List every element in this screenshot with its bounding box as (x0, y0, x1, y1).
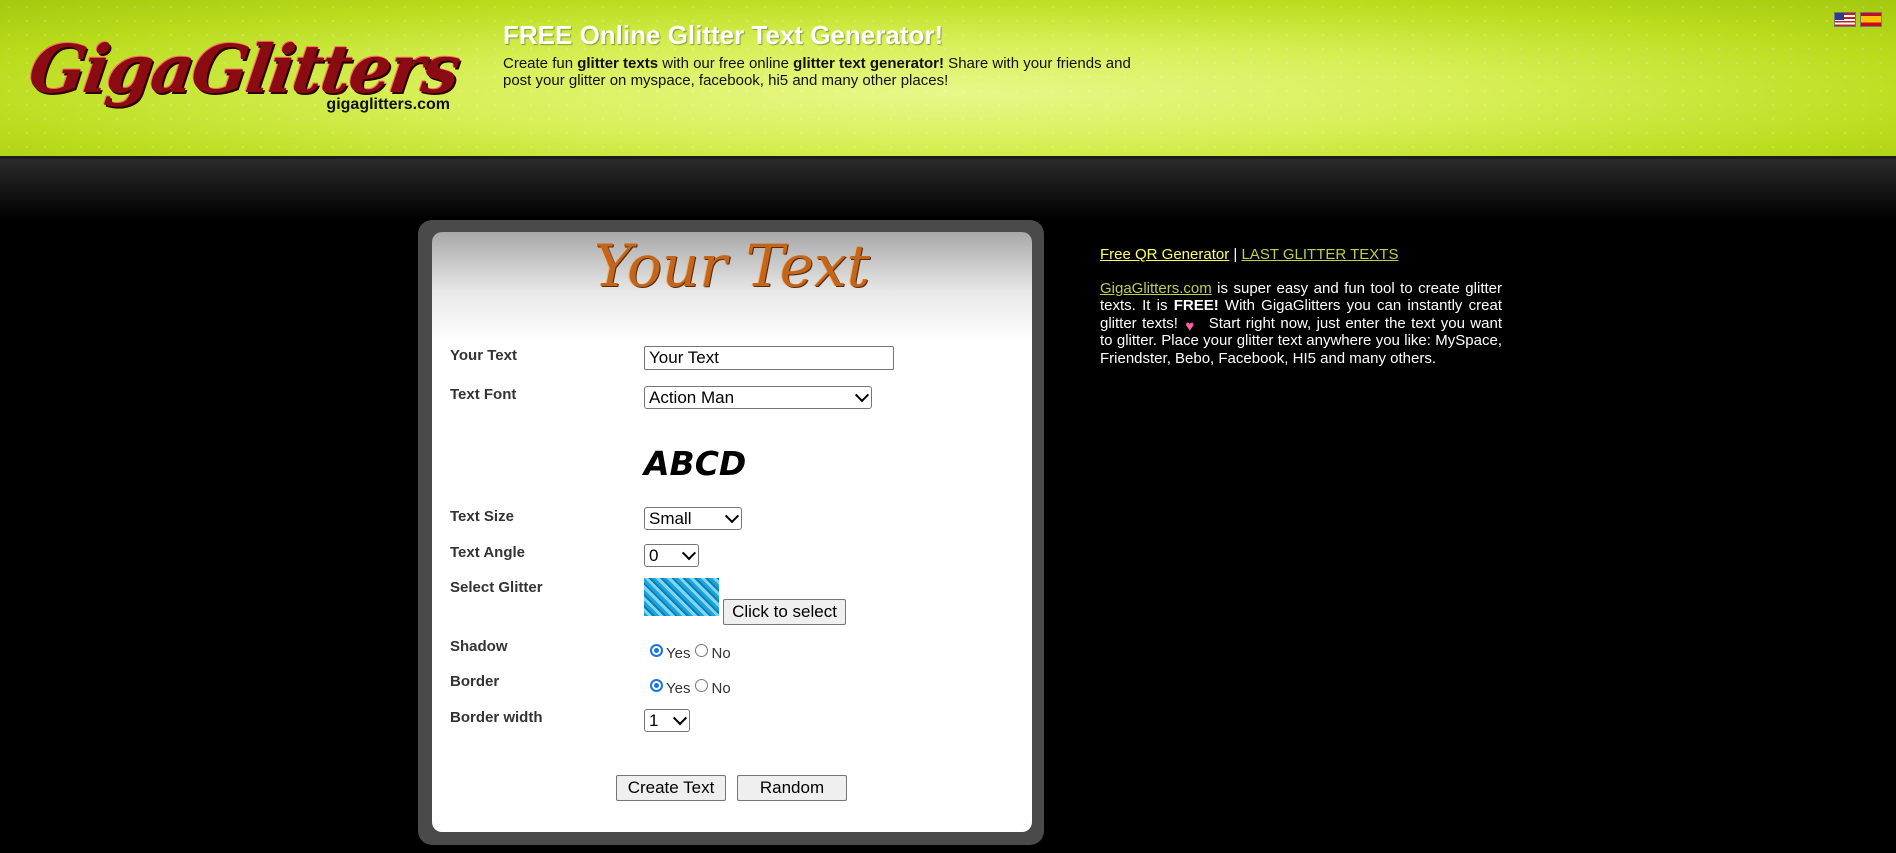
last-glitter-texts-link[interactable]: LAST GLITTER TEXTS (1241, 246, 1398, 263)
shadow-yes-label: Yes (666, 645, 691, 662)
text-angle-label: Text Angle (450, 544, 526, 561)
text-size-select[interactable]: Small (644, 507, 742, 530)
sidebar-description: GigaGlitters.com is super easy and fun t… (1100, 280, 1502, 368)
text-font-label: Text Font (450, 386, 517, 403)
form-panel: Your Text (432, 232, 1032, 832)
header-shadow-band (0, 159, 1896, 219)
desc-bold: glitter text generator! (793, 55, 945, 72)
site-logo[interactable]: GigaGlitters gigaglitters.com (25, 30, 464, 120)
gigaglitters-link[interactable]: GigaGlitters.com (1100, 280, 1212, 297)
desc-bold: glitter texts (577, 55, 659, 72)
text-angle-value: 0 (649, 545, 659, 565)
chevron-down-icon (854, 387, 870, 402)
header-info: FREE Online Glitter Text Generator! Crea… (503, 20, 1143, 89)
sidebar-info: Free QR Generator | LAST GLITTER TEXTS G… (1100, 246, 1502, 368)
link-separator: | (1233, 246, 1238, 263)
desc-part: with our free online (658, 55, 794, 72)
desc-free: FREE! (1173, 297, 1219, 315)
random-button[interactable]: Random (737, 775, 847, 801)
border-width-label: Border width (450, 709, 543, 726)
us-flag-icon[interactable] (1834, 12, 1856, 27)
border-label: Border (450, 673, 500, 690)
shadow-label: Shadow (450, 638, 508, 655)
chevron-down-icon (681, 545, 697, 560)
your-text-input[interactable] (644, 346, 894, 370)
border-no-label: No (711, 680, 731, 697)
shadow-no-radio[interactable] (695, 644, 709, 657)
chevron-down-icon (724, 508, 740, 523)
page-title: FREE Online Glitter Text Generator! (503, 20, 944, 50)
shadow-yes-radio[interactable] (650, 644, 663, 657)
chevron-down-icon (672, 710, 688, 725)
shadow-options: Yes No (650, 642, 736, 662)
text-size-value: Small (649, 508, 692, 528)
sidebar-links: Free QR Generator | LAST GLITTER TEXTS (1100, 246, 1502, 264)
free-qr-generator-link[interactable]: Free QR Generator (1100, 246, 1229, 263)
glitter-title-preview: Your Text (593, 232, 871, 300)
logo-domain: gigaglitters.com (326, 96, 450, 113)
header-description: Create fun glitter texts with our free o… (503, 55, 1143, 89)
border-yes-radio[interactable] (650, 679, 663, 692)
border-options: Yes No (650, 677, 736, 697)
heart-icon (1185, 318, 1201, 330)
glitter-swatch[interactable] (644, 578, 719, 616)
font-preview: ABCD (644, 444, 747, 483)
text-font-value: Action Man (649, 387, 735, 407)
language-flags (1834, 12, 1882, 27)
site-header: GigaGlitters gigaglitters.com FREE Onlin… (0, 0, 1896, 159)
select-glitter-button[interactable]: Click to select (723, 599, 846, 625)
your-text-label: Your Text (450, 347, 517, 364)
border-no-radio[interactable] (695, 679, 709, 692)
border-width-select[interactable]: 1 (644, 709, 690, 732)
text-size-label: Text Size (450, 508, 514, 525)
border-yes-label: Yes (666, 680, 691, 697)
desc-part: Create fun (503, 55, 578, 72)
spain-flag-icon[interactable] (1860, 12, 1882, 27)
text-angle-select[interactable]: 0 (644, 544, 699, 567)
shadow-no-label: No (711, 645, 731, 662)
select-glitter-label: Select Glitter (450, 579, 543, 596)
text-font-select[interactable]: Action Man (644, 386, 872, 409)
create-text-button[interactable]: Create Text (616, 775, 726, 801)
border-width-value: 1 (649, 710, 659, 730)
